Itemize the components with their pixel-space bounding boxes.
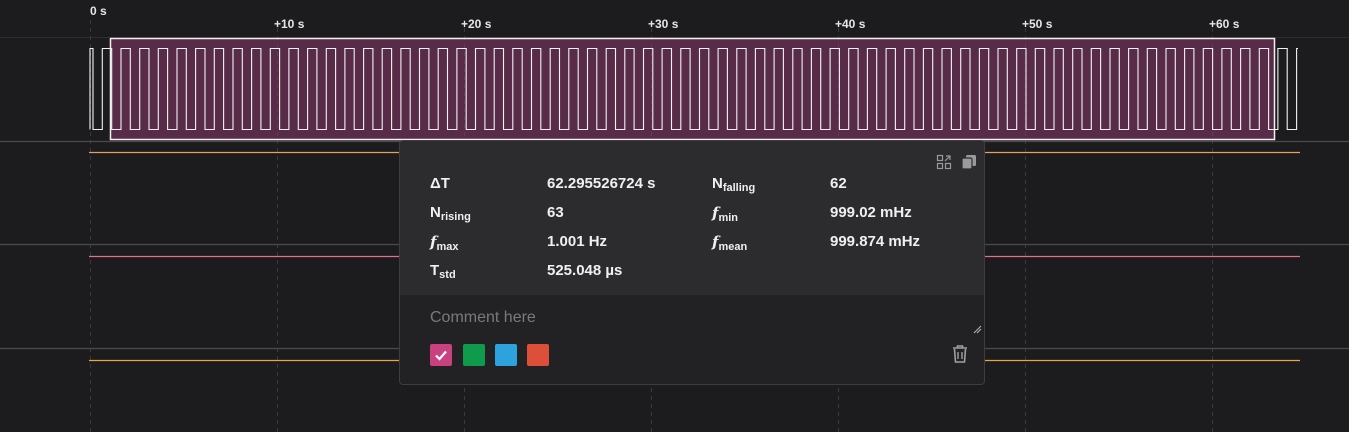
copy-icon[interactable] — [961, 154, 977, 170]
n-rising-label: Nrising — [430, 204, 471, 223]
measurement-popup: ΔT 62.295526724 s Nfalling 62 Nrising 63… — [399, 140, 985, 385]
f-min-value: 999.02 mHz — [830, 204, 912, 221]
color-swatch-blue[interactable] — [495, 344, 517, 366]
delta-t-label: ΔT — [430, 175, 450, 192]
f-mean-label: fmean — [712, 233, 748, 253]
f-mean-value: 999.874 mHz — [830, 233, 921, 250]
n-rising-value: 63 — [547, 204, 564, 221]
color-swatch-green[interactable] — [463, 344, 485, 366]
time-tick-20: +20 s — [461, 17, 492, 31]
n-falling-label: Nfalling — [712, 175, 756, 194]
selection-region — [109, 37, 1276, 141]
f-max-label: fmax — [430, 233, 459, 253]
time-tick-50: +50 s — [1022, 17, 1053, 31]
trash-icon[interactable] — [951, 344, 969, 364]
check-icon — [435, 350, 447, 361]
color-swatch-magenta[interactable] — [430, 344, 452, 366]
f-min-label: fmin — [712, 204, 739, 224]
comment-section — [400, 295, 984, 384]
time-tick-10: +10 s — [274, 17, 305, 31]
comment-input[interactable] — [428, 305, 952, 331]
t-std-value: 525.048 µs — [547, 262, 623, 279]
n-falling-value: 62 — [830, 175, 847, 192]
t-std-label: Tstd — [430, 262, 456, 281]
time-tick-40: +40 s — [835, 17, 866, 31]
resize-grip-icon[interactable] — [973, 321, 982, 334]
split-view-icon[interactable] — [936, 154, 952, 170]
time-tick-0: 0 s — [90, 4, 107, 18]
time-tick-30: +30 s — [648, 17, 679, 31]
color-swatch-red[interactable] — [527, 344, 549, 366]
delta-t-value: 62.295526724 s — [547, 175, 656, 192]
f-max-value: 1.001 Hz — [547, 233, 608, 250]
time-tick-60: +60 s — [1209, 17, 1240, 31]
